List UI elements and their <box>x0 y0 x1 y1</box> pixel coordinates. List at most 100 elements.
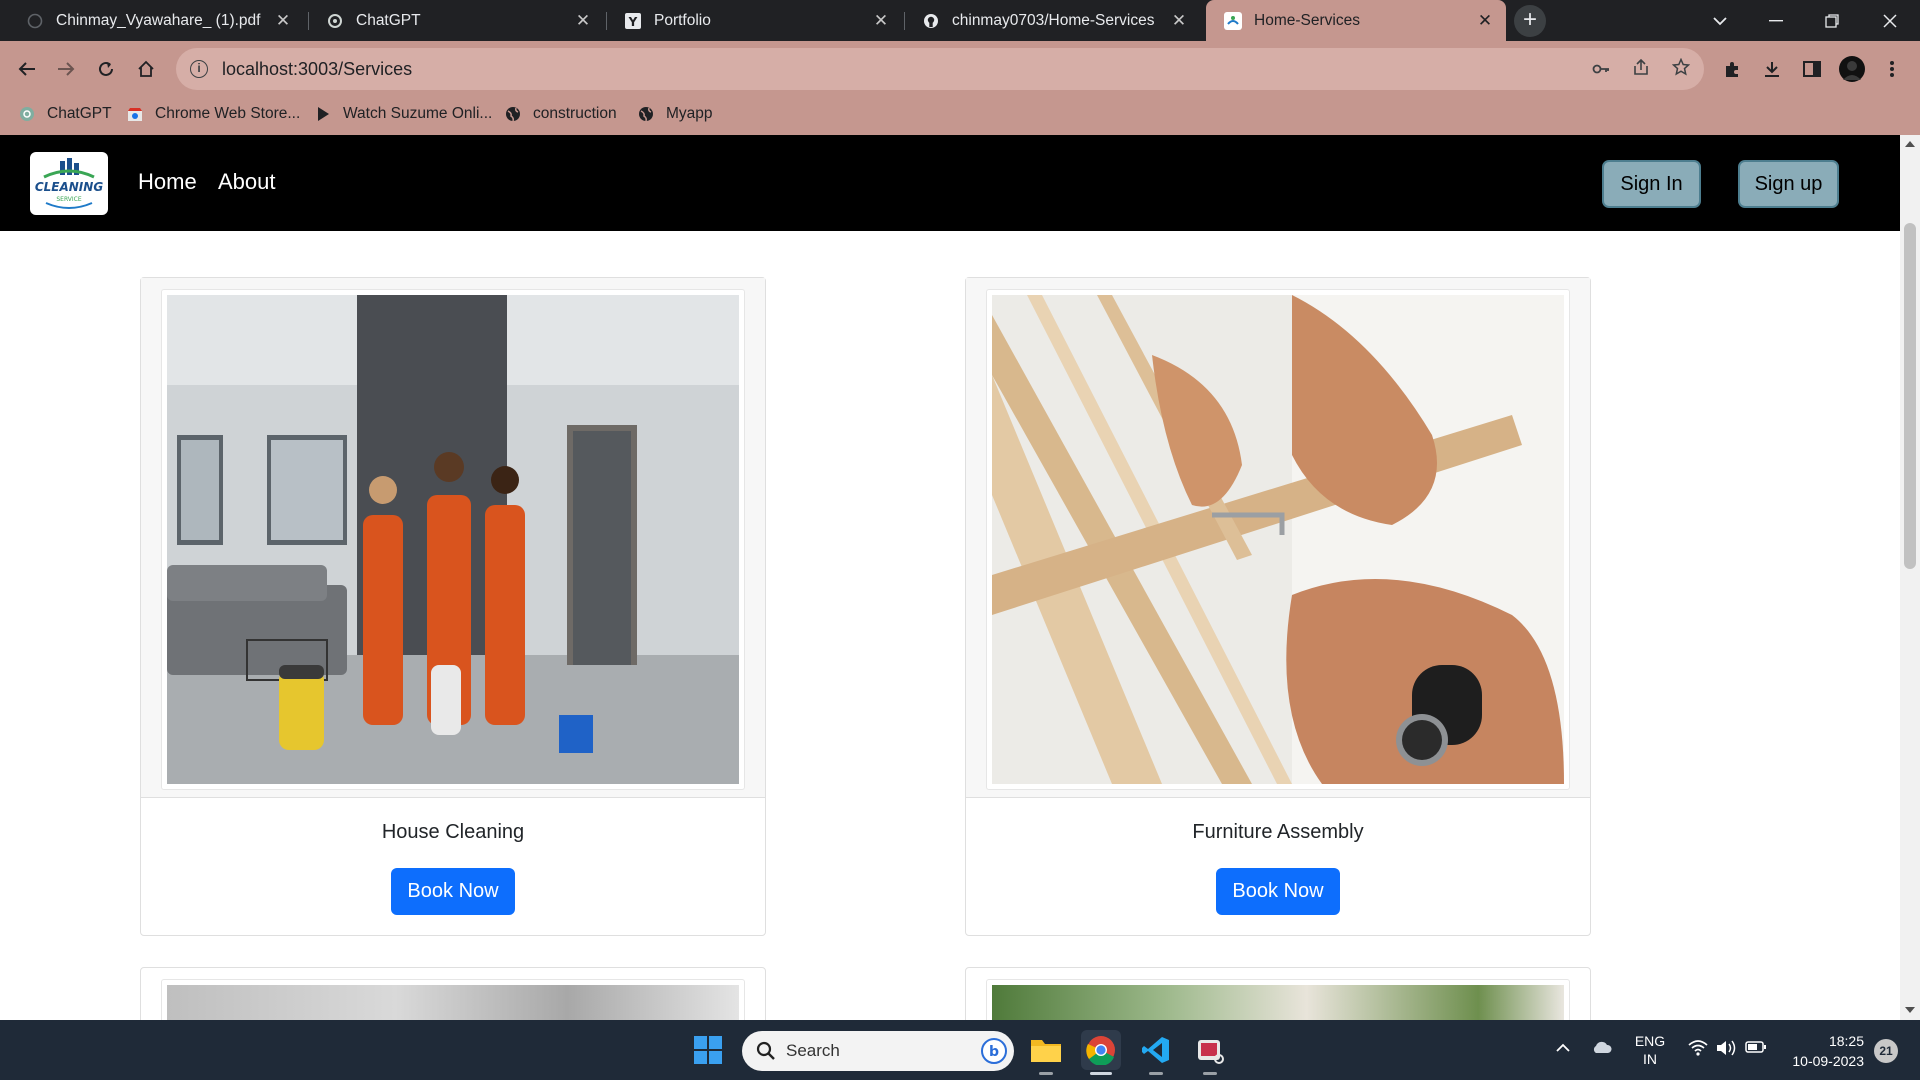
tab-title: Chinmay_Vyawahare_ (1).pdf <box>56 11 261 29</box>
scroll-thumb[interactable] <box>1904 223 1916 569</box>
globe-icon <box>637 105 655 123</box>
reload-button[interactable] <box>88 51 124 87</box>
globe-icon <box>504 105 522 123</box>
logo-text: CLEANING <box>35 180 103 194</box>
close-tab-icon[interactable]: ✕ <box>1170 11 1188 31</box>
bookmark-myapp[interactable]: Myapp <box>637 105 713 123</box>
search-placeholder: Search <box>786 1041 840 1060</box>
bookmark-label: construction <box>533 105 617 122</box>
logo-subtext: SERVICE <box>56 196 82 203</box>
bookmark-chatgpt[interactable]: ChatGPT <box>18 105 112 123</box>
forward-button[interactable] <box>48 51 84 87</box>
svg-text:Y: Y <box>628 15 638 29</box>
tab-chatgpt[interactable]: ChatGPT ✕ <box>308 0 604 41</box>
volume-icon[interactable] <box>1714 1040 1738 1062</box>
address-bar[interactable]: i localhost:3003/Services <box>176 48 1704 90</box>
profile-avatar[interactable] <box>1838 55 1866 83</box>
bookmark-label: Watch Suzume Onli... <box>343 105 493 122</box>
site-info-icon[interactable]: i <box>190 60 208 78</box>
chrome-icon[interactable] <box>1081 1030 1121 1070</box>
chrome-web-store-icon <box>126 105 144 123</box>
service-title: House Cleaning <box>381 821 525 843</box>
search-icon <box>756 1041 776 1061</box>
new-tab-button[interactable]: + <box>1514 5 1546 37</box>
battery-icon[interactable] <box>1744 1040 1768 1062</box>
bookmark-chrome-web-store[interactable]: Chrome Web Store... <box>126 105 300 123</box>
tab-portfolio[interactable]: Y Portfolio ✕ <box>606 0 902 41</box>
tab-home-services[interactable]: Home-Services ✕ <box>1206 0 1506 41</box>
vscode-icon[interactable] <box>1136 1030 1176 1070</box>
language-indicator[interactable]: ENG IN <box>1626 1032 1674 1068</box>
bookmark-label: Chrome Web Store... <box>155 105 301 122</box>
side-panel-icon[interactable] <box>1798 55 1826 83</box>
wifi-icon[interactable] <box>1686 1040 1710 1062</box>
site-logo[interactable]: CLEANING SERVICE <box>30 152 108 215</box>
clock[interactable]: 18:25 10-09-2023 <box>1782 1031 1864 1071</box>
pdf-icon <box>26 12 44 30</box>
close-tab-icon[interactable]: ✕ <box>1476 11 1494 31</box>
close-tab-icon[interactable]: ✕ <box>574 11 592 31</box>
bookmark-star-icon[interactable] <box>1670 57 1692 80</box>
page-scrollbar[interactable] <box>1900 135 1920 1020</box>
onedrive-icon[interactable] <box>1590 1040 1614 1062</box>
cleaning-service-icon <box>1224 11 1242 30</box>
app-indicator <box>1039 1072 1053 1075</box>
taskbar-search-box[interactable]: Search b <box>742 1031 1014 1071</box>
chatgpt-icon <box>18 105 36 123</box>
svg-text:b: b <box>989 1044 999 1060</box>
download-icon[interactable] <box>1758 55 1786 83</box>
close-tab-icon[interactable]: ✕ <box>274 11 292 31</box>
tab-pdf[interactable]: Chinmay_Vyawahare_ (1).pdf ✕ <box>8 0 304 41</box>
chevron-up-icon[interactable] <box>1551 1040 1575 1062</box>
book-now-button[interactable]: Book Now <box>391 868 515 915</box>
play-icon <box>314 105 332 123</box>
tab-github[interactable]: chinmay0703/Home-Services ✕ <box>904 0 1200 41</box>
nav-home-link[interactable]: Home <box>138 169 197 195</box>
page-viewport: CLEANING SERVICE Home About Sign In Sign… <box>0 135 1920 1020</box>
chatgpt-icon <box>326 12 344 30</box>
bookmark-suzume[interactable]: Watch Suzume Onli... <box>314 105 492 123</box>
bookmarks-bar: ChatGPT Chrome Web Store... Watch Suzume… <box>0 97 1920 135</box>
windows-start-icon[interactable] <box>688 1030 728 1070</box>
minimize-icon[interactable] <box>1748 0 1804 41</box>
scroll-up-arrow-icon[interactable] <box>1905 141 1915 147</box>
service-card-next-left <box>140 967 766 1020</box>
close-window-icon[interactable] <box>1862 0 1918 41</box>
menu-kebab-icon[interactable] <box>1878 55 1906 83</box>
bing-icon[interactable]: b <box>980 1037 1008 1070</box>
close-tab-icon[interactable]: ✕ <box>872 11 890 31</box>
service-title: Furniture Assembly <box>1192 821 1364 843</box>
notification-badge[interactable]: 21 <box>1874 1039 1898 1063</box>
house-cleaning-photo <box>167 295 739 784</box>
browser-toolbar: i localhost:3003/Services <box>0 41 1920 97</box>
snipping-tool-icon[interactable] <box>1190 1030 1230 1070</box>
sign-in-button[interactable]: Sign In <box>1602 160 1701 208</box>
browser-tab-strip: Chinmay_Vyawahare_ (1).pdf ✕ ChatGPT ✕ Y… <box>0 0 1920 41</box>
key-icon[interactable] <box>1590 58 1612 80</box>
nav-about-link[interactable]: About <box>218 169 276 195</box>
book-now-button[interactable]: Book Now <box>1216 868 1340 915</box>
region-code: IN <box>1643 1051 1657 1067</box>
clock-time: 18:25 <box>1828 1033 1864 1049</box>
github-icon <box>922 12 940 30</box>
y-icon: Y <box>624 12 642 30</box>
restore-icon[interactable] <box>1804 0 1860 41</box>
service-card-house-cleaning: House Cleaning Book Now <box>140 277 766 936</box>
scroll-down-arrow-icon[interactable] <box>1905 1007 1915 1013</box>
app-indicator-active <box>1090 1072 1112 1075</box>
back-button[interactable] <box>9 51 45 87</box>
sign-up-button[interactable]: Sign up <box>1738 160 1839 208</box>
home-button[interactable] <box>128 51 164 87</box>
tab-title: Portfolio <box>654 11 711 29</box>
card-image-area <box>141 278 765 798</box>
extensions-icon[interactable] <box>1718 55 1746 83</box>
card-photo <box>992 985 1564 1020</box>
bookmark-construction[interactable]: construction <box>504 105 617 123</box>
bookmark-label: Myapp <box>666 105 713 122</box>
furniture-assembly-photo <box>992 295 1564 784</box>
site-navbar: CLEANING SERVICE Home About Sign In Sign… <box>0 135 1900 231</box>
tab-search-chevron-icon[interactable] <box>1692 0 1748 41</box>
share-icon[interactable] <box>1630 58 1652 80</box>
file-explorer-icon[interactable] <box>1026 1030 1066 1070</box>
card-image-frame <box>986 979 1570 1020</box>
